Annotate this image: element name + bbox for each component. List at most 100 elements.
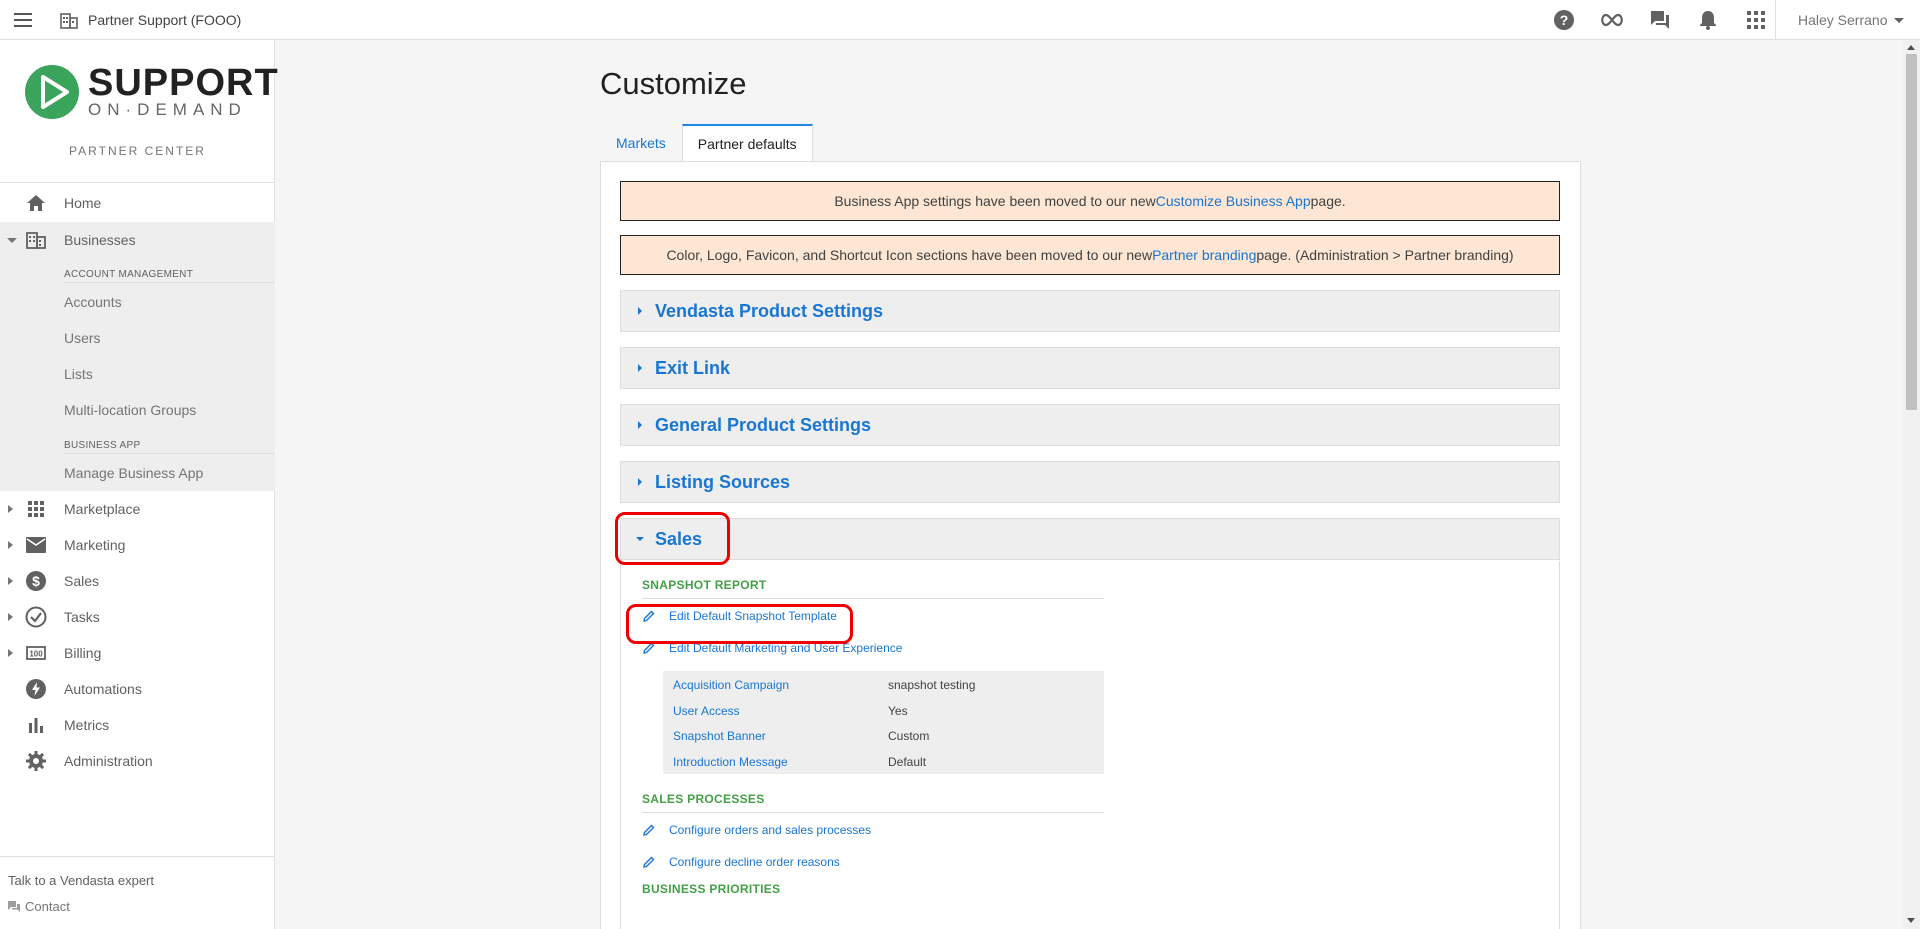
- business-icon: [58, 9, 80, 31]
- chevron-right-icon: [638, 421, 642, 429]
- logo-word-support: SUPPORT: [88, 62, 279, 104]
- snapshot-report-heading: SNAPSHOT REPORT: [642, 578, 767, 592]
- sidebar-item-label: Billing: [64, 645, 102, 661]
- section-general-product-settings[interactable]: General Product Settings: [620, 404, 1560, 446]
- sidebar-item-billing[interactable]: 100 Billing: [0, 635, 275, 671]
- section-title: Exit Link: [655, 357, 731, 378]
- configure-decline-reasons-link[interactable]: Configure decline order reasons: [642, 852, 840, 872]
- chat-icon[interactable]: [1636, 0, 1684, 40]
- section-vendasta-product-settings[interactable]: Vendasta Product Settings: [620, 290, 1560, 332]
- sales-highlight-box: [615, 512, 730, 565]
- business-icon: [25, 229, 47, 251]
- talk-to-expert-link[interactable]: Talk to a Vendasta expert: [8, 873, 154, 888]
- scroll-up-arrow-icon[interactable]: [1907, 45, 1915, 50]
- configure-orders-link[interactable]: Configure orders and sales processes: [642, 820, 871, 840]
- section-exit-link[interactable]: Exit Link: [620, 347, 1560, 389]
- apps-grid-icon: [25, 498, 47, 520]
- partner-branding-link[interactable]: Partner branding: [1152, 247, 1256, 263]
- apps-grid-icon[interactable]: [1732, 0, 1780, 40]
- check-circle-icon: [25, 606, 47, 628]
- sidebar-item-metrics[interactable]: Metrics: [0, 707, 275, 743]
- pencil-icon: [642, 823, 656, 837]
- sidebar-item-label: Metrics: [64, 717, 110, 733]
- sidebar-item-manage-business-app[interactable]: Manage Business App: [64, 465, 203, 481]
- gear-icon: [25, 750, 47, 772]
- svg-text:100: 100: [29, 650, 43, 659]
- chevron-down-icon: [7, 237, 17, 243]
- setting-key[interactable]: Introduction Message: [673, 755, 788, 769]
- top-bar: Partner Support (FOOO) ? Haley Serrano: [0, 0, 1920, 40]
- sidebar-item-lists[interactable]: Lists: [64, 366, 93, 382]
- sales-processes-heading: SALES PROCESSES: [642, 792, 765, 806]
- snapshot-settings-table: Acquisition Campaign snapshot testing Us…: [663, 671, 1104, 774]
- notice-text: page.: [1310, 193, 1346, 209]
- business-priorities-heading: BUSINESS PRIORITIES: [642, 882, 781, 896]
- link-label: Configure decline order reasons: [669, 855, 840, 869]
- divider: [642, 598, 1104, 599]
- table-row: User Access Yes: [663, 704, 1104, 729]
- sidebar-item-tasks[interactable]: Tasks: [0, 599, 275, 635]
- sidebar-item-administration[interactable]: Administration: [0, 743, 275, 779]
- snapshot-template-highlight-box: [626, 604, 853, 644]
- notice-text: page. (Administration > Partner branding…: [1256, 247, 1514, 263]
- account-management-heading: ACCOUNT MANAGEMENT: [64, 269, 194, 280]
- section-title: Vendasta Product Settings: [655, 300, 884, 321]
- sidebar-item-home[interactable]: Home: [0, 185, 275, 221]
- sidebar-item-automations[interactable]: Automations: [0, 671, 275, 707]
- partner-name[interactable]: Partner Support (FOOO): [88, 12, 241, 28]
- section-sales[interactable]: Sales: [620, 518, 1560, 560]
- sidebar-item-marketing[interactable]: Marketing: [0, 527, 275, 563]
- chevron-right-icon: [8, 649, 13, 657]
- customize-business-app-link[interactable]: Customize Business App: [1156, 193, 1311, 209]
- svg-text:?: ?: [1560, 12, 1569, 28]
- scroll-thumb[interactable]: [1906, 54, 1917, 410]
- section-title: Listing Sources: [655, 471, 791, 492]
- sidebar-item-multi-location-groups[interactable]: Multi-location Groups: [64, 402, 196, 418]
- pencil-icon: [642, 855, 656, 869]
- help-icon[interactable]: ?: [1540, 0, 1588, 40]
- user-name: Haley Serrano: [1798, 12, 1888, 28]
- setting-value: Default: [888, 755, 927, 769]
- menu-icon[interactable]: [0, 0, 46, 40]
- infinity-icon[interactable]: [1588, 0, 1636, 40]
- sidebar-item-accounts[interactable]: Accounts: [64, 294, 122, 310]
- setting-value: snapshot testing: [888, 678, 976, 692]
- notice-text: Business App settings have been moved to…: [834, 193, 1156, 209]
- divider: [64, 453, 275, 454]
- sidebar-item-marketplace[interactable]: Marketplace: [0, 491, 275, 527]
- tab-partner-defaults[interactable]: Partner defaults: [681, 124, 813, 162]
- chevron-right-icon: [8, 505, 13, 513]
- play-logo-icon: [24, 64, 80, 125]
- businesses-group: Businesses ACCOUNT MANAGEMENT Accounts U…: [0, 222, 275, 491]
- lightning-icon: [25, 678, 47, 700]
- logo-subtitle: PARTNER CENTER: [69, 144, 206, 158]
- sidebar-footer: Talk to a Vendasta expert Contact: [0, 856, 275, 929]
- section-listing-sources[interactable]: Listing Sources: [620, 461, 1560, 503]
- table-row: Acquisition Campaign snapshot testing: [663, 678, 1104, 703]
- scroll-down-arrow-icon[interactable]: [1907, 918, 1915, 923]
- chat-icon: [8, 901, 20, 912]
- sidebar-item-users[interactable]: Users: [64, 330, 101, 346]
- business-app-heading: BUSINESS APP: [64, 440, 141, 451]
- chevron-right-icon: [638, 478, 642, 486]
- sidebar-item-businesses[interactable]: Businesses: [0, 222, 275, 258]
- tab-markets[interactable]: Markets: [600, 124, 682, 162]
- contact-label: Contact: [25, 899, 70, 914]
- notice-text: Color, Logo, Favicon, and Shortcut Icon …: [666, 247, 1153, 263]
- divider: [64, 282, 275, 283]
- sidebar-item-label: Marketplace: [64, 501, 141, 517]
- sidebar: SUPPORT ON·DEMAND PARTNER CENTER Home Bu…: [0, 40, 278, 929]
- page-scrollbar[interactable]: [1903, 40, 1920, 929]
- user-menu[interactable]: Haley Serrano: [1798, 0, 1904, 40]
- setting-value: Custom: [888, 729, 930, 743]
- contact-link[interactable]: Contact: [8, 899, 70, 914]
- bell-icon[interactable]: [1684, 0, 1732, 40]
- sidebar-item-sales[interactable]: $ Sales: [0, 563, 275, 599]
- table-row: Introduction Message Default: [663, 755, 1104, 780]
- setting-key[interactable]: Snapshot Banner: [673, 729, 766, 743]
- chevron-right-icon: [638, 364, 642, 372]
- setting-key[interactable]: User Access: [673, 704, 740, 718]
- chevron-down-icon: [1893, 17, 1904, 23]
- setting-key[interactable]: Acquisition Campaign: [673, 678, 789, 692]
- brand-logo[interactable]: SUPPORT ON·DEMAND PARTNER CENTER: [0, 40, 278, 183]
